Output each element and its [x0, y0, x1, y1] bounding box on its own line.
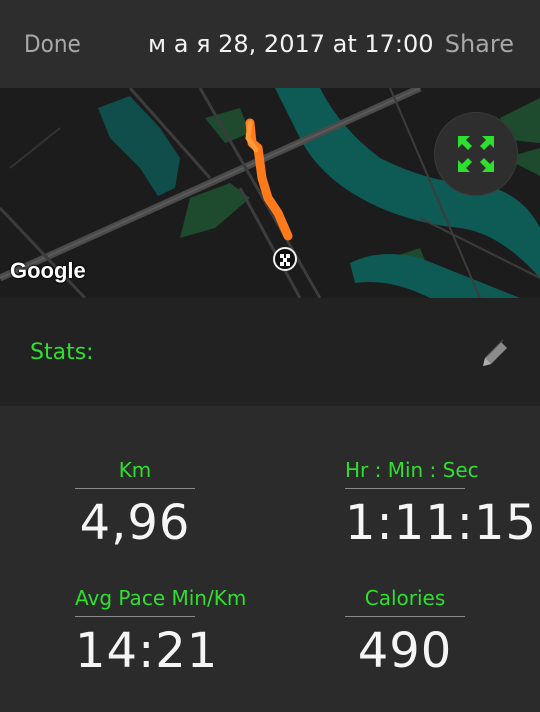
- activity-date-title: м а я 28, 2017 at 17:00: [148, 30, 434, 58]
- google-logo: Google: [10, 258, 86, 283]
- expand-icon: [458, 136, 494, 172]
- divider: [345, 616, 465, 617]
- expand-map-button[interactable]: [434, 112, 518, 196]
- metric-value: 14:21: [75, 623, 219, 679]
- share-button[interactable]: Share: [445, 30, 514, 58]
- metric-label: Avg Pace Min/Km: [75, 586, 247, 610]
- metric-distance: Km 4,96: [75, 458, 195, 551]
- edit-pencil-icon[interactable]: [481, 338, 511, 372]
- done-button[interactable]: Done: [24, 30, 81, 58]
- metric-value: 4,96: [79, 495, 191, 551]
- stats-label: Stats:: [30, 340, 94, 365]
- metric-label: Km: [118, 458, 152, 482]
- metric-label: Hr : Min : Sec: [345, 458, 479, 482]
- metric-duration: Hr : Min : Sec 1:11:15: [345, 458, 538, 551]
- metric-label: Calories: [364, 586, 446, 610]
- metric-value: 490: [357, 623, 453, 679]
- divider: [75, 616, 195, 617]
- divider: [75, 488, 195, 489]
- divider: [345, 488, 465, 489]
- metric-avg-pace: Avg Pace Min/Km 14:21: [75, 586, 247, 679]
- metric-value: 1:11:15: [345, 495, 538, 551]
- metric-calories: Calories 490: [345, 586, 465, 679]
- top-bar: Done м а я 28, 2017 at 17:00 Share: [0, 0, 540, 88]
